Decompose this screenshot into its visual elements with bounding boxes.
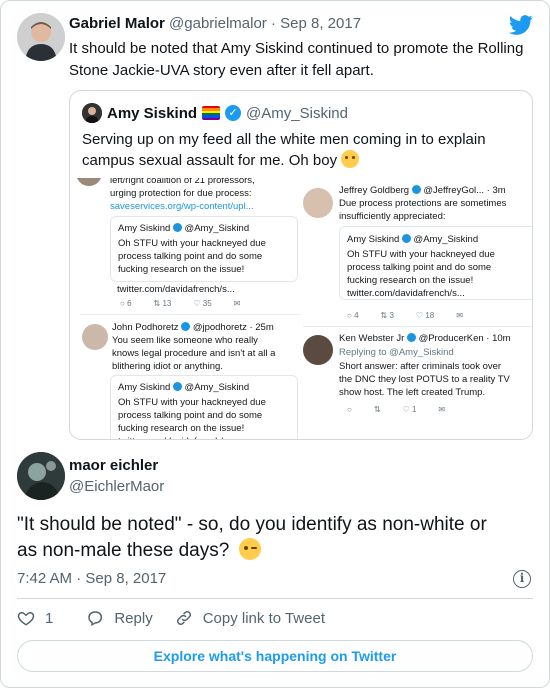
avatar-gabriel-malor[interactable] [17, 13, 65, 61]
divider [17, 598, 533, 599]
thinking-face-emoji [341, 150, 360, 168]
screenshot-quoted-amy-right: Amy Siskind @Amy_Siskind Oh STFU with yo… [339, 226, 532, 300]
avatar-amy-siskind [82, 103, 102, 123]
screenshot-webster-actions: ○ ⇅ ♡ 1 ✉ [347, 405, 446, 414]
screenshot-avatar-webster [303, 335, 333, 365]
screenshot-avatar-podhoretz [82, 324, 108, 350]
reply-icon [88, 611, 103, 627]
winking-face-emoji [238, 538, 261, 560]
quoted-tweet-card[interactable]: Amy Siskind ✓ @Amy_Siskind Serving up on… [69, 90, 533, 440]
screenshot-quoted-amy-left: Amy Siskind @Amy_Siskind Oh STFU with yo… [110, 216, 298, 282]
author-handle[interactable]: @gabrielmalor [169, 15, 267, 32]
screenshot-avatar-goldberg [303, 188, 333, 218]
tweet-text: It should be noted that Amy Siskind cont… [69, 40, 524, 79]
info-icon[interactable]: i [513, 570, 531, 588]
reply-timestamp[interactable]: 7:42 AM · Sep 8, 2017 [17, 570, 166, 587]
tweet-date[interactable]: Sep 8, 2017 [280, 15, 361, 32]
reply-author-handle-line: @EichlerMaor [69, 478, 164, 495]
rainbow-flag-icon [202, 106, 221, 120]
screenshot-right-actions: ○ 4 ⇅ 3 ♡ 18 ✉ [347, 311, 463, 320]
reply-author-name[interactable]: maor eichler [69, 457, 158, 474]
heart-icon [17, 611, 35, 626]
reply-action-bar: 1 Reply Copy link to Tweet [17, 609, 325, 627]
author-name[interactable]: Gabriel Malor [69, 15, 165, 32]
avatar-maor-eichler[interactable] [17, 452, 65, 500]
meta-dot: · [270, 15, 276, 32]
quote-author-name: Amy Siskind [107, 104, 198, 122]
screenshot-left-actions: ○ 6 ⇅ 13 ♡ 35 ✉ [120, 299, 241, 308]
copy-link-label: Copy link to Tweet [202, 609, 325, 627]
screenshot-quoted-amy-bottom: Amy Siskind @Amy_Siskind Oh STFU with yo… [110, 375, 298, 439]
tweet-author-line: Gabriel Malor @gabrielmalor · Sep 8, 201… [69, 15, 361, 32]
like-count: 1 [45, 609, 54, 627]
explore-button[interactable]: Explore what's happening on Twitter [17, 640, 533, 672]
quote-author-line: Amy Siskind ✓ @Amy_Siskind [82, 103, 348, 123]
reply-button[interactable]: Reply [86, 609, 153, 627]
link-icon [176, 610, 191, 626]
attached-screenshot-image[interactable]: left/right coalition of 21 professors, u… [70, 178, 532, 439]
screenshot-avatar-top [76, 178, 102, 186]
quote-text: Serving up on my feed all the white men … [82, 131, 486, 169]
like-button[interactable]: 1 [17, 609, 53, 627]
copy-link-button[interactable]: Copy link to Tweet [175, 609, 325, 627]
reply-label: Reply [114, 609, 153, 627]
reply-author-handle[interactable]: @EichlerMaor [69, 478, 164, 495]
reply-author-name-line: maor eichler [69, 457, 158, 474]
verified-badge-icon: ✓ [225, 105, 242, 121]
reply-text: "It should be noted" - so, do you identi… [17, 514, 487, 561]
quote-author-handle: @Amy_Siskind [246, 104, 348, 122]
twitter-bird-icon[interactable] [509, 15, 533, 35]
